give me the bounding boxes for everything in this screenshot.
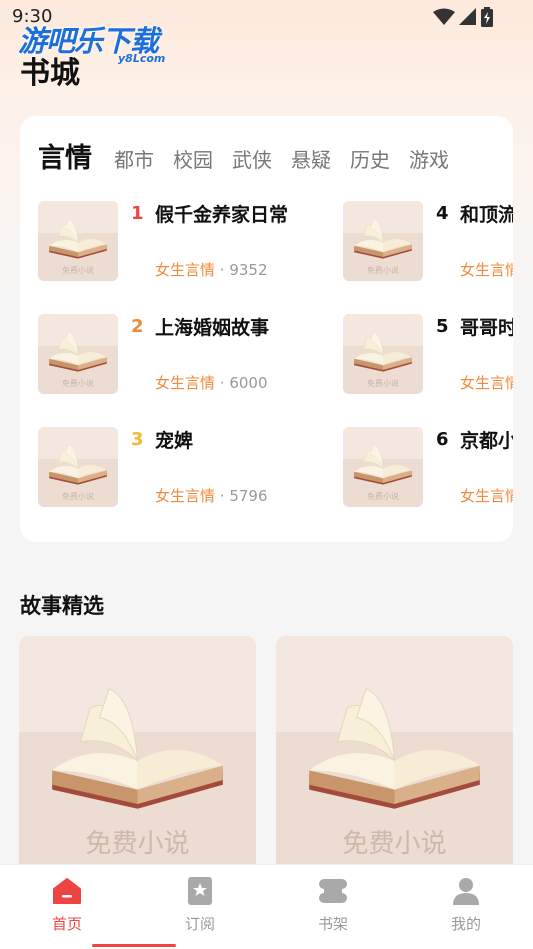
book-cover-image: 免费小说 [38, 427, 118, 507]
book-cover-image: 免费小说 [19, 636, 256, 876]
meta-separator: · [215, 374, 230, 392]
story-card[interactable]: 免费小说 [276, 636, 513, 876]
book-meta: 女生言情 [460, 485, 513, 506]
cover-watermark-text: 免费小说 [62, 491, 94, 501]
read-count: 6000 [229, 374, 268, 392]
genre-tag: 女生言情 [155, 261, 216, 279]
home-indicator [92, 944, 176, 947]
cover-watermark-text: 免费小说 [367, 491, 399, 501]
book-meta: 女生言情 [460, 259, 513, 280]
tab-bookshelf-label: 书架 [317, 915, 348, 933]
cover-watermark-text: 免费小说 [62, 378, 94, 388]
signal-icon [459, 8, 476, 25]
book-title: 京都小 [460, 430, 513, 452]
book-meta: 女生言情 [460, 372, 513, 393]
wifi-icon [433, 8, 455, 25]
cover-watermark-text: 免费小说 [62, 265, 94, 275]
tab-yanqing[interactable]: 言情 [38, 136, 92, 175]
meta-separator: · [215, 261, 230, 279]
ranking-item[interactable]: 免费小说 5 哥哥时女生言情 [343, 314, 513, 396]
ranking-item[interactable]: 免费小说 3 宠婢女生言情 · 5796 [38, 427, 358, 509]
book-cover: 免费小说 [343, 201, 423, 281]
tab-subscribe-label: 订阅 [184, 915, 215, 933]
book-title: 假千金养家日常 [155, 204, 289, 226]
tab-xiaoyuan[interactable]: 校园 [173, 144, 213, 173]
book-cover-image: 免费小说 [38, 201, 118, 281]
ranking-item[interactable]: 免费小说 2 上海婚姻故事 女生言情 · 6000 [38, 314, 358, 396]
read-count: 9352 [229, 261, 268, 279]
section-title-stories: 故事精选 [20, 594, 104, 618]
tab-xuanyi[interactable]: 悬疑 [291, 144, 331, 173]
rank-number: 5 [436, 316, 449, 337]
book-cover: 免费小说 [343, 427, 423, 507]
genre-tag: 女生言情 [460, 261, 513, 279]
bookmark-icon [188, 877, 212, 905]
book-cover-image: 免费小说 [343, 314, 423, 394]
cover-watermark-text: 免费小说 [367, 378, 399, 388]
book-cover-image: 免费小说 [38, 314, 118, 394]
profile-icon [453, 878, 479, 905]
status-icons [433, 7, 493, 27]
book-cover: 免费小说 [38, 201, 118, 281]
page-title: 书城 [20, 56, 80, 91]
book-meta: 女生言情 · 6000 [155, 372, 268, 393]
genre-tag: 女生言情 [155, 487, 216, 505]
cover-watermark-text: 免费小说 [342, 829, 446, 859]
category-tabs: 言情 都市 校园 武侠 悬疑 历史 游戏 [38, 136, 468, 175]
ranking-item[interactable]: 免费小说 6 京都小女生言情 [343, 427, 513, 509]
book-cover-image: 免费小说 [343, 201, 423, 281]
genre-tag: 女生言情 [155, 374, 216, 392]
rank-number: 2 [131, 316, 144, 337]
tab-wuxia[interactable]: 武侠 [232, 144, 272, 173]
book-title: 哥哥时 [460, 317, 513, 339]
tab-youxi[interactable]: 游戏 [409, 144, 449, 173]
read-count: 5796 [229, 487, 268, 505]
book-meta: 女生言情 · 5796 [155, 485, 268, 506]
book-title: 宠婢 [155, 430, 194, 452]
tab-dushi[interactable]: 都市 [114, 144, 154, 173]
book-cover: 免费小说 [38, 427, 118, 507]
rank-number: 6 [436, 429, 449, 450]
ranking-item[interactable]: 免费小说 1 假千金养家日常 女生言情 · 9352 [38, 201, 358, 283]
book-cover-image: 免费小说 [343, 427, 423, 507]
bookshelf-icon [319, 879, 347, 903]
tab-subscribe[interactable]: 订阅 [150, 873, 250, 934]
tab-profile[interactable]: 我的 [416, 873, 516, 934]
watermark-sub: y8Lcom [118, 52, 166, 65]
book-cover: 免费小说 [343, 314, 423, 394]
book-cover-image: 免费小说 [276, 636, 513, 876]
cover-watermark-text: 免费小说 [85, 829, 189, 859]
battery-icon [481, 7, 493, 27]
tab-lishi[interactable]: 历史 [350, 144, 390, 173]
ranking-item[interactable]: 免费小说 4 和顶流忆了女生言情 [343, 201, 513, 283]
rank-number: 4 [436, 203, 449, 224]
meta-separator: · [215, 487, 230, 505]
book-title: 和顶流忆了 [460, 204, 513, 226]
tab-home[interactable]: 首页 [17, 873, 117, 934]
genre-tag: 女生言情 [460, 374, 513, 392]
tab-profile-label: 我的 [450, 915, 481, 933]
tab-home-label: 首页 [51, 915, 82, 933]
bottom-tab-bar: 首页 订阅 书架 我的 [0, 864, 533, 949]
cover-watermark-text: 免费小说 [367, 265, 399, 275]
story-card[interactable]: 免费小说 [19, 636, 256, 876]
book-meta: 女生言情 · 9352 [155, 259, 268, 280]
rank-number: 1 [131, 203, 144, 224]
rank-number: 3 [131, 429, 144, 450]
ranking-card: 言情 都市 校园 武侠 悬疑 历史 游戏 免费小说 1 假千金养家日常 女生言情 · … [20, 116, 513, 542]
genre-tag: 女生言情 [460, 487, 513, 505]
book-title: 上海婚姻故事 [155, 317, 270, 339]
book-cover: 免费小说 [38, 314, 118, 394]
home-icon [53, 878, 81, 904]
tab-bookshelf[interactable]: 书架 [283, 873, 383, 934]
